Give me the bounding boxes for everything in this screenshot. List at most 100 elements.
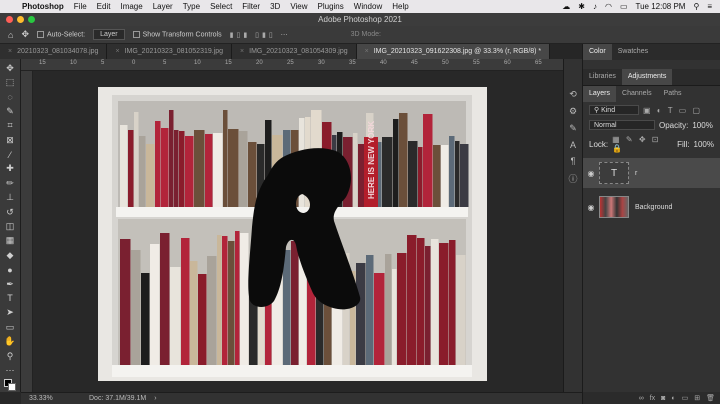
menu-layer[interactable]: Layer bbox=[153, 2, 173, 11]
gradient-tool-icon[interactable]: ▦ bbox=[2, 234, 19, 248]
group-icon[interactable]: ▭ bbox=[682, 394, 689, 402]
window-titlebar: Adobe Photoshop 2021 bbox=[0, 13, 720, 26]
menu-select[interactable]: Select bbox=[210, 2, 232, 11]
menu-type[interactable]: Type bbox=[183, 2, 200, 11]
document-canvas[interactable]: HERE IS NEW YORK bbox=[98, 87, 487, 381]
ruler-tick: 40 bbox=[380, 60, 387, 66]
history-brush-icon[interactable]: ↺ bbox=[2, 205, 19, 219]
status-arrow-icon[interactable]: › bbox=[154, 395, 156, 402]
tab-channels[interactable]: Channels bbox=[616, 86, 658, 102]
tab-swatches[interactable]: Swatches bbox=[612, 44, 654, 60]
eye-icon[interactable]: ◉ bbox=[583, 203, 599, 212]
mask-icon[interactable]: ◙ bbox=[661, 395, 665, 402]
canvas-workspace[interactable]: HERE IS NEW YORK bbox=[33, 71, 582, 392]
opacity-value[interactable]: 100% bbox=[692, 121, 712, 130]
eye-icon[interactable]: ◉ bbox=[583, 169, 599, 178]
battery-icon[interactable]: ▭ bbox=[620, 2, 628, 11]
menu-image[interactable]: Image bbox=[120, 2, 142, 11]
tab-doc-2[interactable]: × IMG_20210323_081052319.jpg bbox=[107, 44, 233, 59]
paragraph-panel-icon[interactable]: ¶ bbox=[571, 156, 576, 166]
search-icon[interactable]: ⚲ bbox=[693, 2, 699, 11]
eraser-tool-icon[interactable]: ◫ bbox=[2, 219, 19, 233]
auto-select-checkbox[interactable]: Auto-Select: bbox=[36, 30, 85, 38]
close-icon[interactable]: × bbox=[115, 44, 119, 59]
lock-icons[interactable]: ▦ ✎ ✥ ⊡ 🔒 bbox=[612, 135, 663, 153]
home-icon[interactable]: ⌂ bbox=[8, 30, 13, 40]
adjust-panel-icon[interactable]: ⚙ bbox=[569, 106, 577, 117]
menu-filter[interactable]: Filter bbox=[242, 2, 260, 11]
tab-adjustments[interactable]: Adjustments bbox=[621, 69, 673, 85]
history-panel-icon[interactable]: ⟲ bbox=[569, 89, 577, 100]
close-icon[interactable]: × bbox=[365, 44, 369, 59]
adjustment-icon[interactable]: ◐ bbox=[671, 395, 675, 402]
eyedropper-tool-icon[interactable]: ⁄ bbox=[2, 147, 19, 161]
menu-window[interactable]: Window bbox=[354, 2, 382, 11]
pen-tool-icon[interactable]: ✒ bbox=[2, 277, 19, 291]
blur-tool-icon[interactable]: ◆ bbox=[2, 248, 19, 262]
marquee-tool-icon[interactable]: ⬚ bbox=[2, 75, 19, 89]
type-tool-icon[interactable]: T bbox=[2, 291, 19, 305]
blend-mode-dropdown[interactable]: Normal bbox=[589, 120, 655, 130]
hand-tool-icon[interactable]: ✋ bbox=[2, 334, 19, 348]
clock[interactable]: Tue 12:08 PM bbox=[636, 2, 686, 11]
doc-size[interactable]: Doc: 37.1M/39.1M bbox=[89, 395, 146, 402]
tab-paths[interactable]: Paths bbox=[658, 86, 688, 102]
move-tool-icon[interactable]: ✥ bbox=[2, 61, 19, 75]
layer-kind-filter[interactable]: ⚲ Kind bbox=[589, 105, 639, 115]
minimize-window-button[interactable] bbox=[17, 16, 24, 23]
path-select-tool-icon[interactable]: ➤ bbox=[2, 306, 19, 320]
fill-value[interactable]: 100% bbox=[694, 140, 714, 149]
wifi-icon[interactable]: ◠ bbox=[605, 2, 612, 11]
auto-select-dropdown[interactable]: Layer bbox=[93, 29, 125, 40]
cloud-icon[interactable]: ☁ bbox=[562, 2, 570, 11]
tab-layers[interactable]: Layers bbox=[583, 86, 617, 102]
move-tool-icon[interactable]: ✥ bbox=[21, 29, 29, 40]
menu-help[interactable]: Help bbox=[392, 2, 408, 11]
healing-tool-icon[interactable]: ✚ bbox=[2, 162, 19, 176]
close-icon[interactable]: × bbox=[8, 44, 12, 59]
tab-doc-3[interactable]: × IMG_20210323_081054309.jpg bbox=[232, 44, 357, 59]
tab-doc-4[interactable]: × IMG_20210323_091622308.jpg @ 33.3% (r, … bbox=[356, 44, 551, 59]
crop-tool-icon[interactable]: ⌗ bbox=[2, 119, 19, 133]
tab-doc-1[interactable]: × 20210323_081034078.jpg bbox=[0, 44, 108, 59]
frame-tool-icon[interactable]: ⊠ bbox=[2, 133, 19, 147]
close-window-button[interactable] bbox=[6, 16, 13, 23]
zoom-level[interactable]: 33.33% bbox=[29, 395, 79, 402]
dodge-tool-icon[interactable]: ● bbox=[2, 262, 19, 276]
tab-libraries[interactable]: Libraries bbox=[583, 69, 622, 85]
character-panel-icon[interactable]: A bbox=[570, 140, 576, 150]
app-menu[interactable]: Photoshop bbox=[22, 2, 64, 11]
layer-row[interactable]: ◉ Background bbox=[583, 192, 720, 222]
new-layer-icon[interactable]: ⊞ bbox=[694, 394, 700, 402]
transform-controls-checkbox[interactable]: Show Transform Controls bbox=[132, 30, 222, 38]
lasso-tool-icon[interactable]: ◌ bbox=[2, 90, 19, 104]
brush-panel-icon[interactable]: ✎ bbox=[569, 123, 577, 134]
color-swatches-icon[interactable] bbox=[2, 378, 19, 392]
menu-3d[interactable]: 3D bbox=[270, 2, 280, 11]
layer-name[interactable]: r bbox=[635, 170, 637, 177]
layer-name[interactable]: Background bbox=[635, 204, 672, 211]
close-icon[interactable]: × bbox=[240, 44, 244, 59]
tab-color[interactable]: Color bbox=[583, 44, 612, 60]
menu-file[interactable]: File bbox=[74, 2, 87, 11]
bluetooth-icon[interactable]: ✱ bbox=[578, 2, 585, 11]
filter-icons[interactable]: ▣ ◐ T ▭ ▢ bbox=[643, 106, 702, 115]
control-center-icon[interactable]: ≡ bbox=[707, 2, 712, 11]
stamp-tool-icon[interactable]: ⊥ bbox=[2, 191, 19, 205]
volume-icon[interactable]: ♪ bbox=[593, 2, 597, 11]
menu-edit[interactable]: Edit bbox=[97, 2, 111, 11]
more-tools-icon[interactable]: ⋯ bbox=[2, 363, 19, 377]
brush-tool-icon[interactable]: ✏ bbox=[2, 176, 19, 190]
menu-plugins[interactable]: Plugins bbox=[318, 2, 344, 11]
info-panel-icon[interactable]: ⓘ bbox=[568, 172, 577, 185]
align-icons[interactable]: ▮▯▮ ▯▮▯ ⋯ bbox=[230, 31, 291, 39]
quick-select-tool-icon[interactable]: ✎ bbox=[2, 104, 19, 118]
trash-icon[interactable]: 🗑 bbox=[706, 394, 715, 402]
fx-icon[interactable]: fx bbox=[650, 395, 655, 402]
shape-tool-icon[interactable]: ▭ bbox=[2, 320, 19, 334]
layer-row[interactable]: ◉ T r bbox=[583, 158, 720, 188]
zoom-tool-icon[interactable]: ⚲ bbox=[2, 349, 19, 363]
menu-view[interactable]: View bbox=[290, 2, 307, 11]
zoom-window-button[interactable] bbox=[28, 16, 35, 23]
link-icon[interactable]: ∞ bbox=[639, 395, 644, 402]
